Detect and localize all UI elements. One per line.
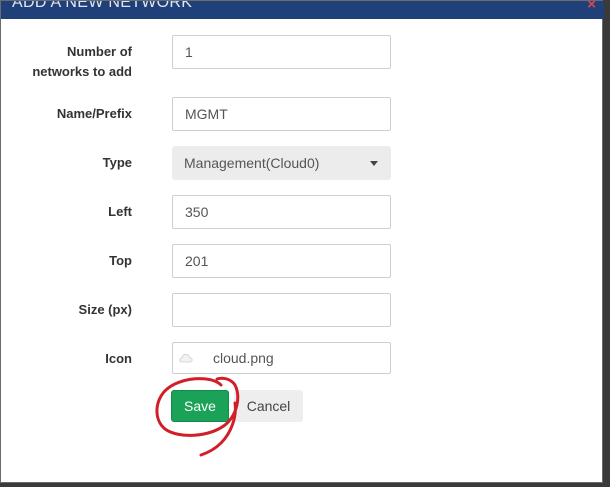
name-input[interactable] — [172, 97, 391, 131]
count-label-line1: Number of — [67, 44, 132, 59]
add-network-dialog: ADD A NEW NETWORK × Number of networks t… — [0, 0, 604, 483]
left-input[interactable] — [172, 195, 391, 229]
icon-filename: cloud.png — [213, 350, 274, 366]
cloud-icon — [179, 353, 193, 363]
size-label: Size (px) — [78, 302, 132, 317]
name-label: Name/Prefix — [56, 106, 132, 121]
icon-picker[interactable]: cloud.png — [172, 342, 391, 374]
count-label: Number of networks to add — [0, 42, 132, 82]
type-select-value: Management(Cloud0) — [184, 155, 320, 171]
count-label-line2: networks to add — [32, 64, 132, 79]
count-input[interactable] — [172, 35, 391, 69]
top-label: Top — [109, 253, 132, 268]
annotation-circle — [155, 376, 240, 457]
top-input[interactable] — [172, 244, 391, 278]
type-label: Type — [102, 155, 132, 170]
left-label: Left — [108, 204, 132, 219]
caret-down-icon — [370, 161, 378, 166]
icon-label: Icon — [105, 351, 132, 366]
dialog-header: ADD A NEW NETWORK × — [1, 1, 604, 19]
size-input[interactable] — [172, 293, 391, 327]
close-icon[interactable]: × — [587, 1, 596, 12]
dialog-title: ADD A NEW NETWORK — [12, 1, 193, 11]
type-select[interactable]: Management(Cloud0) — [172, 146, 391, 180]
